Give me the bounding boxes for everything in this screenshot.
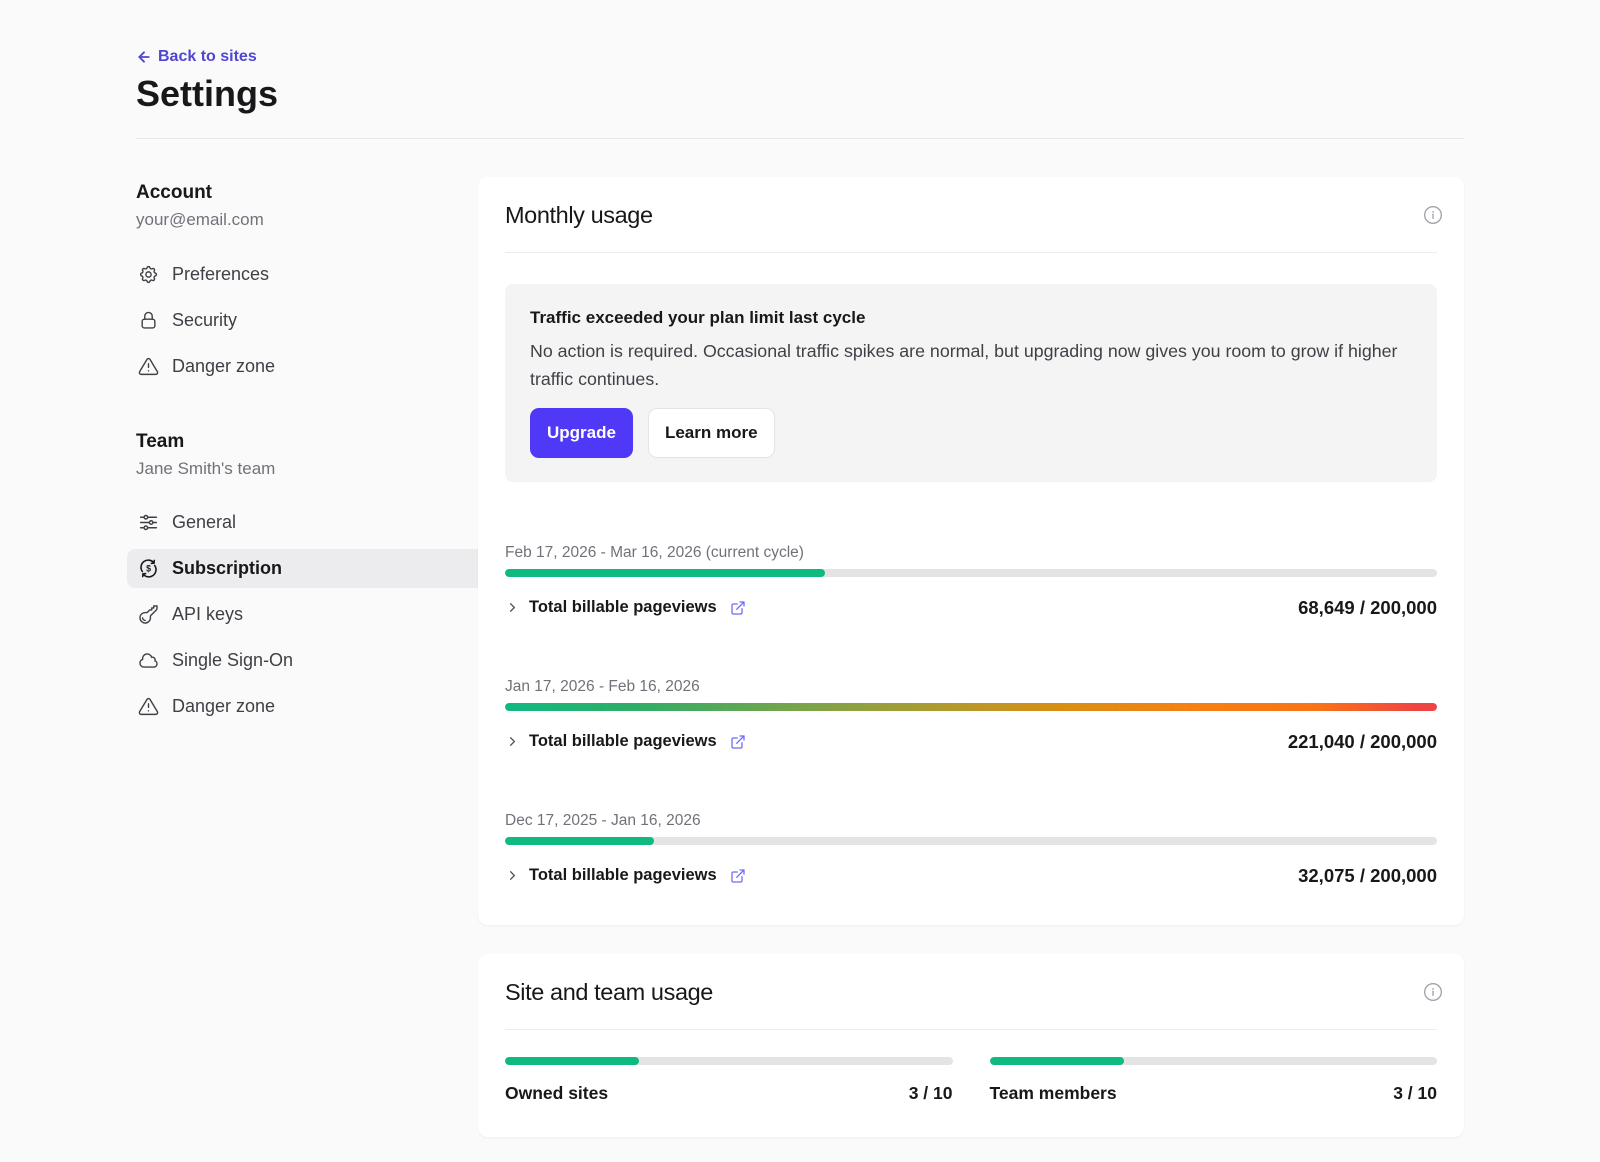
svg-text:$: $ (146, 563, 151, 573)
